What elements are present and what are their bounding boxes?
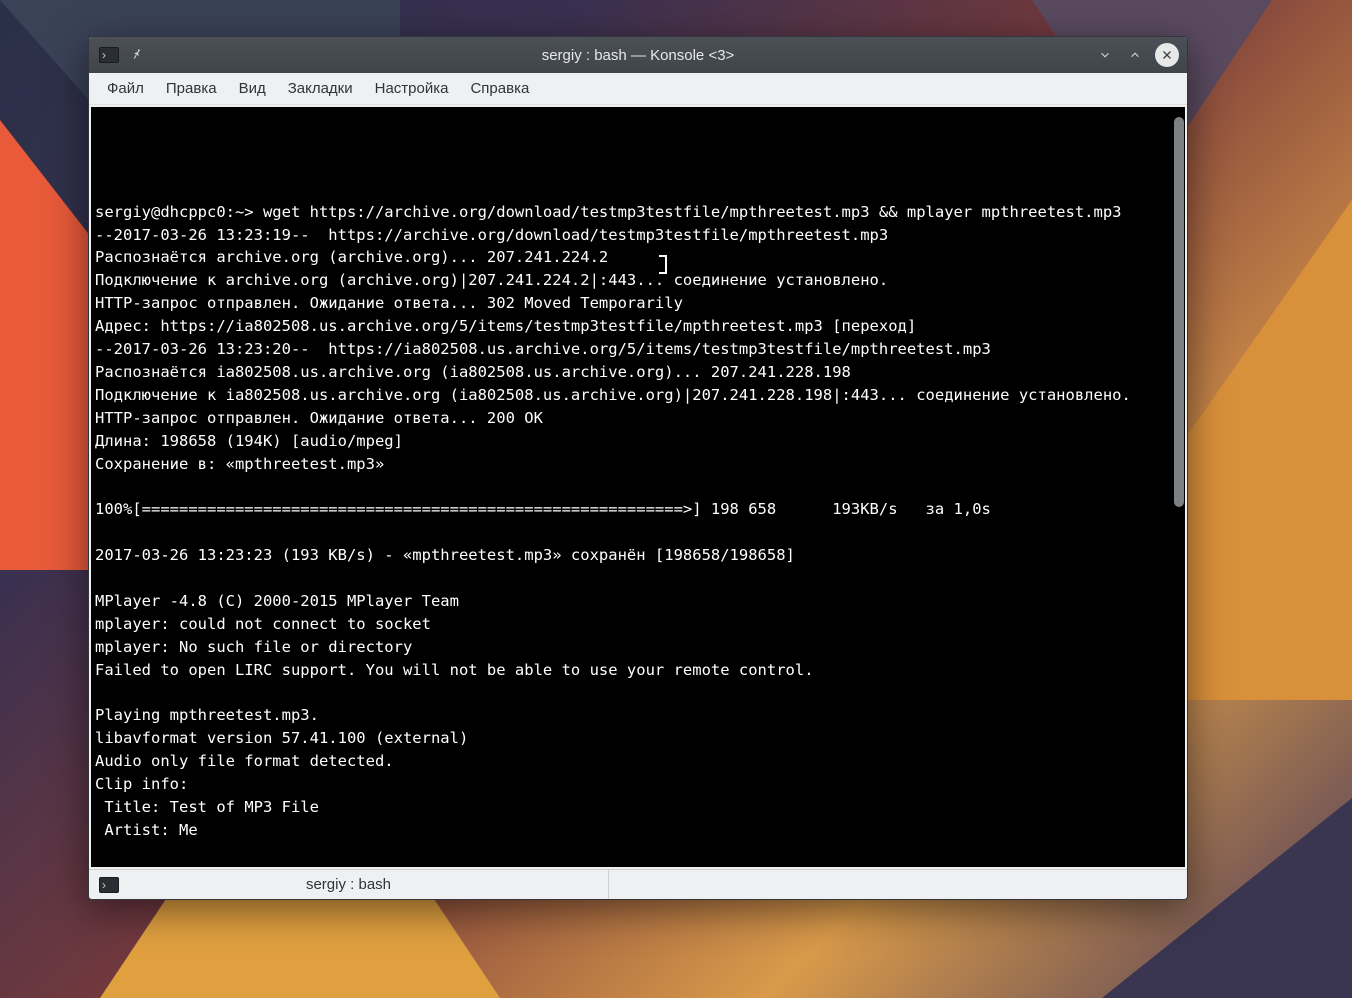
menu-edit[interactable]: Правка [156, 76, 227, 101]
terminal-line: Подключение к archive.org (archive.org)|… [93, 269, 1181, 292]
konsole-window: sergiy : bash — Konsole <3> Файл Правка … [88, 36, 1188, 900]
window-title: sergiy : bash — Konsole <3> [89, 47, 1187, 64]
tab-active[interactable]: sergiy : bash [89, 870, 609, 899]
titlebar[interactable]: sergiy : bash — Konsole <3> [89, 37, 1187, 73]
terminal-line [93, 155, 1181, 178]
pin-icon[interactable] [126, 44, 147, 66]
tab-label: sergiy : bash [306, 876, 391, 893]
menu-bookmarks[interactable]: Закладки [278, 76, 363, 101]
terminal-line: Artist: Me [93, 819, 1181, 842]
terminal-line: --2017-03-26 13:23:19-- https://archive.… [93, 224, 1181, 247]
terminal-line: sergiy@dhcppc0:~> wget https://archive.o… [93, 201, 1181, 224]
scrollbar[interactable] [1173, 109, 1185, 865]
tabbar: sergiy : bash [89, 869, 1187, 899]
terminal-line: Длина: 198658 (194K) [audio/mpeg] [93, 430, 1181, 453]
terminal-line: Audio only file format detected. [93, 750, 1181, 773]
menu-view[interactable]: Вид [229, 76, 276, 101]
scrollbar-thumb[interactable] [1174, 117, 1184, 507]
terminal-line: Распознаётся archive.org (archive.org)..… [93, 246, 1181, 269]
terminal-line: Подключение к ia802508.us.archive.org (i… [93, 384, 1181, 407]
tab-icon [99, 877, 119, 893]
menu-settings[interactable]: Настройка [365, 76, 459, 101]
terminal-line [93, 567, 1181, 590]
terminal-line: mplayer: No such file or directory [93, 636, 1181, 659]
terminal-line: --2017-03-26 13:23:20-- https://ia802508… [93, 338, 1181, 361]
terminal-line [93, 682, 1181, 705]
menubar: Файл Правка Вид Закладки Настройка Справ… [89, 73, 1187, 105]
minimize-button[interactable] [1095, 45, 1115, 65]
terminal-line [93, 178, 1181, 201]
terminal-line: Сохранение в: «mpthreetest.mp3» [93, 453, 1181, 476]
app-icon [99, 47, 119, 63]
terminal-line: libavformat version 57.41.100 (external) [93, 727, 1181, 750]
terminal-line: mplayer: could not connect to socket [93, 613, 1181, 636]
terminal-line: Распознаётся ia802508.us.archive.org (ia… [93, 361, 1181, 384]
text-cursor-icon [662, 255, 670, 274]
terminal-line: Clip info: [93, 773, 1181, 796]
terminal-line: HTTP-запрос отправлен. Ожидание ответа..… [93, 292, 1181, 315]
menu-file[interactable]: Файл [97, 76, 154, 101]
maximize-button[interactable] [1125, 45, 1145, 65]
terminal-area[interactable]: sergiy@dhcppc0:~> wget https://archive.o… [91, 107, 1185, 867]
terminal-line: Playing mpthreetest.mp3. [93, 704, 1181, 727]
terminal-line: MPlayer -4.8 (C) 2000-2015 MPlayer Team [93, 590, 1181, 613]
close-button[interactable] [1155, 43, 1179, 67]
terminal-content[interactable]: sergiy@dhcppc0:~> wget https://archive.o… [93, 155, 1181, 842]
terminal-line [93, 475, 1181, 498]
terminal-line: Title: Test of MP3 File [93, 796, 1181, 819]
menu-help[interactable]: Справка [460, 76, 539, 101]
terminal-line: HTTP-запрос отправлен. Ожидание ответа..… [93, 407, 1181, 430]
terminal-line: 2017-03-26 13:23:23 (193 KB/s) - «mpthre… [93, 544, 1181, 567]
terminal-line: 100%[===================================… [93, 498, 1181, 521]
terminal-line [93, 521, 1181, 544]
terminal-line: Failed to open LIRC support. You will no… [93, 659, 1181, 682]
terminal-line: Адрес: https://ia802508.us.archive.org/5… [93, 315, 1181, 338]
